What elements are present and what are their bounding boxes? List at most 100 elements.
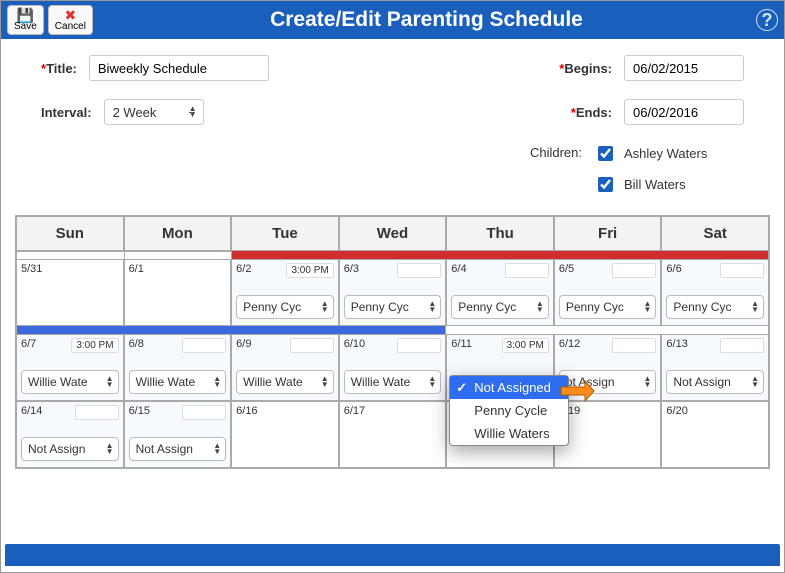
calendar-cell: 6/23:00 PMPenny Cyc▲▼ [231, 259, 339, 326]
cell-time[interactable]: . [720, 263, 764, 278]
calendar-cell: 6/9.Willie Wate▲▼ [231, 334, 339, 401]
calendar-cell: 6/14.Not Assign▲▼ [16, 401, 124, 468]
begins-input[interactable] [624, 55, 744, 81]
calendar-cell: 6/16 [231, 401, 339, 468]
ends-label: *Ends: [571, 105, 612, 120]
cell-assign-select[interactable]: Willie Wate▲▼ [129, 370, 227, 394]
child-name: Ashley Waters [624, 146, 707, 161]
form-area: *Title: *Begins: Interval: 2 Week ▲▼ *En… [1, 39, 784, 205]
calendar-cell: 6/15.Not Assign▲▼ [124, 401, 232, 468]
chevron-updown-icon: ▲▼ [106, 443, 114, 455]
day-header: Fri [554, 216, 662, 251]
field-title: *Title: [41, 55, 373, 81]
cell-time[interactable]: . [397, 338, 441, 353]
save-label: Save [14, 22, 37, 32]
chevron-updown-icon: ▲▼ [106, 376, 114, 388]
dropdown-option[interactable]: Not Assigned [450, 376, 568, 399]
cell-assign-select[interactable]: Penny Cyc▲▼ [236, 295, 334, 319]
cell-time[interactable]: . [720, 338, 764, 353]
cell-time[interactable]: 3:00 PM [286, 263, 333, 278]
day-header: Tue [231, 216, 339, 251]
cell-time[interactable]: . [612, 263, 656, 278]
chevron-updown-icon: ▲▼ [189, 106, 197, 118]
cell-assign-select[interactable]: Willie Wate▲▼ [21, 370, 119, 394]
calendar-cell: 6/73:00 PMWillie Wate▲▼ [16, 334, 124, 401]
dropdown-option[interactable]: Penny Cycle [450, 399, 568, 422]
interval-select[interactable]: 2 Week ▲▼ [104, 99, 204, 125]
week-strip [231, 251, 769, 259]
cell-time[interactable]: . [397, 263, 441, 278]
field-ends: *Ends: [413, 99, 745, 125]
cancel-label: Cancel [55, 22, 86, 32]
cell-assign-select[interactable]: Penny Cyc▲▼ [451, 295, 549, 319]
cell-time[interactable]: . [505, 263, 549, 278]
titlebar: 💾 Save ✖ Cancel Create/Edit Parenting Sc… [1, 1, 784, 39]
day-header: Thu [446, 216, 554, 251]
child-name: Bill Waters [624, 177, 686, 192]
cell-time[interactable]: . [75, 405, 119, 420]
calendar-cell: 6/12.ot Assign▲▼ [554, 334, 662, 401]
calendar-cell: 6/113:00 PMNot AssignedPenny CycleWillie… [446, 334, 554, 401]
cell-time[interactable]: . [182, 405, 226, 420]
footer-bar [5, 544, 780, 566]
calendar-cell: 6/8.Willie Wate▲▼ [124, 334, 232, 401]
chevron-updown-icon: ▲▼ [428, 301, 436, 313]
calendar-cell: 6/4.Penny Cyc▲▼ [446, 259, 554, 326]
cell-assign-select[interactable]: Not Assign▲▼ [129, 437, 227, 461]
cell-time[interactable]: . [612, 338, 656, 353]
save-icon: 💾 [17, 8, 34, 22]
cell-assign-select[interactable]: Penny Cyc▲▼ [344, 295, 442, 319]
cancel-icon: ✖ [65, 8, 77, 22]
cell-date: 6/16 [236, 405, 334, 417]
calendar-cell: 6/17 [339, 401, 447, 468]
assign-dropdown[interactable]: Not AssignedPenny CycleWillie Waters [449, 375, 569, 446]
field-interval: Interval: 2 Week ▲▼ [41, 99, 373, 125]
child-checkbox[interactable] [598, 177, 613, 192]
day-header: Wed [339, 216, 447, 251]
child-checkbox[interactable] [598, 146, 613, 161]
calendar: SunMonTueWedThuFriSat 5/316/16/23:00 PMP… [15, 215, 770, 469]
calendar-header: SunMonTueWedThuFriSat [16, 216, 769, 251]
cell-time[interactable]: . [182, 338, 226, 353]
begins-label: *Begins: [559, 61, 612, 76]
cell-date: 6/20 [666, 405, 764, 417]
cell-time[interactable]: 3:00 PM [71, 338, 118, 353]
calendar-cell: 6/19 [554, 401, 662, 468]
cell-assign-select[interactable]: Willie Wate▲▼ [344, 370, 442, 394]
cell-assign-select[interactable]: ot Assign▲▼ [559, 370, 657, 394]
cancel-button[interactable]: ✖ Cancel [48, 5, 93, 35]
chevron-updown-icon: ▲▼ [751, 301, 759, 313]
interval-label: Interval: [41, 105, 92, 120]
child-item: Ashley Waters [594, 143, 707, 164]
cell-assign-select[interactable]: Not Assign▲▼ [666, 370, 764, 394]
calendar-cell: 6/1 [124, 259, 232, 326]
cell-time[interactable]: 3:00 PM [502, 338, 549, 353]
chevron-updown-icon: ▲▼ [321, 376, 329, 388]
calendar-cell: 6/13.Not Assign▲▼ [661, 334, 769, 401]
cell-assign-select[interactable]: Penny Cyc▲▼ [559, 295, 657, 319]
day-header: Mon [124, 216, 232, 251]
ends-input[interactable] [624, 99, 744, 125]
calendar-body: 5/316/16/23:00 PMPenny Cyc▲▼6/3.Penny Cy… [16, 251, 769, 468]
day-header: Sat [661, 216, 769, 251]
child-item: Bill Waters [594, 174, 686, 195]
calendar-cell: 5/31 [16, 259, 124, 326]
chevron-updown-icon: ▲▼ [536, 301, 544, 313]
chevron-updown-icon: ▲▼ [644, 376, 652, 388]
cell-assign-select[interactable]: Penny Cyc▲▼ [666, 295, 764, 319]
save-button[interactable]: 💾 Save [7, 5, 44, 35]
cell-assign-select[interactable]: Not Assign▲▼ [21, 437, 119, 461]
chevron-updown-icon: ▲▼ [213, 376, 221, 388]
cell-time[interactable]: . [290, 338, 334, 353]
cell-date: 6/1 [129, 263, 227, 275]
chevron-updown-icon: ▲▼ [213, 443, 221, 455]
chevron-updown-icon: ▲▼ [321, 301, 329, 313]
help-icon[interactable]: ? [756, 9, 778, 31]
title-label: *Title: [41, 61, 77, 76]
cell-date: 6/17 [344, 405, 442, 417]
field-children: Children: Ashley WatersBill Waters [413, 143, 745, 195]
week-strip [16, 326, 446, 334]
cell-assign-select[interactable]: Willie Wate▲▼ [236, 370, 334, 394]
title-input[interactable] [89, 55, 269, 81]
dropdown-option[interactable]: Willie Waters [450, 422, 568, 445]
